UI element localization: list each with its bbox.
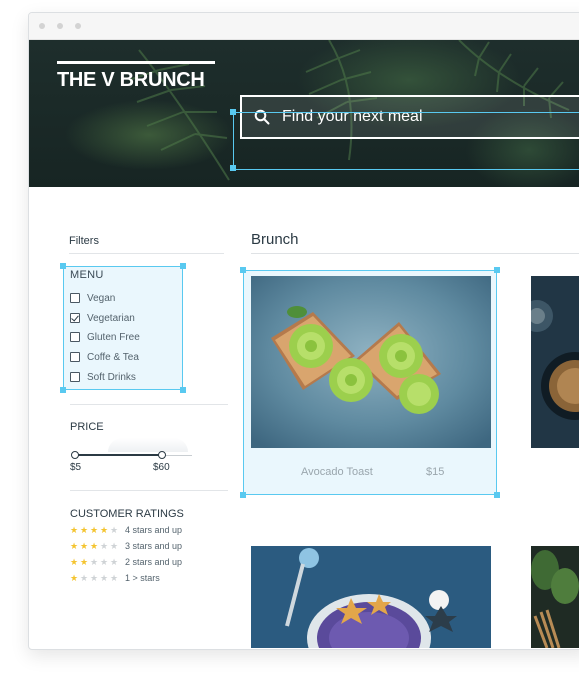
selection-handle: [180, 387, 186, 393]
menu-filter-label: Soft Drinks: [87, 371, 136, 383]
star-icon: ★: [90, 541, 99, 551]
checkbox-icon[interactable]: [70, 332, 80, 342]
section-title: Brunch: [251, 231, 299, 248]
rating-option-1[interactable]: ★ ★ ★ ★ ★ 1 > stars: [70, 572, 160, 584]
brand-underline: [57, 61, 215, 64]
search-selection-outline: [233, 112, 579, 170]
checkbox-icon[interactable]: [70, 352, 80, 362]
menu-filter-vegan[interactable]: Vegan: [70, 291, 115, 305]
menu-filter-label: Gluten Free: [87, 331, 140, 343]
rating-label: 2 stars and up: [125, 557, 183, 567]
star-icon: ★: [100, 541, 109, 551]
selection-handle: [230, 109, 236, 115]
avocado-toast-photo[interactable]: [251, 276, 491, 448]
rating-option-4[interactable]: ★ ★ ★ ★ ★ 4 stars and up: [70, 524, 182, 536]
selection-handle: [240, 492, 246, 498]
menu-filter-vegetarian[interactable]: Vegetarian: [70, 311, 135, 325]
menu-filter-label: Vegetarian: [87, 312, 135, 324]
star-icon: ★: [80, 573, 89, 583]
window-dot-close[interactable]: [39, 23, 45, 29]
star-icon: ★: [90, 557, 99, 567]
star-icon: ★: [70, 573, 79, 583]
star-icon: ★: [80, 541, 89, 551]
star-icon: ★: [80, 557, 89, 567]
smoothie-bowl-photo[interactable]: [251, 546, 491, 648]
window-dot-maximize[interactable]: [75, 23, 81, 29]
star-icon: ★: [110, 573, 119, 583]
selection-handle: [60, 263, 66, 269]
star-icon: ★: [100, 557, 109, 567]
selection-handle: [240, 267, 246, 273]
checkbox-checked-icon[interactable]: [70, 313, 80, 323]
checkbox-icon[interactable]: [70, 293, 80, 303]
price-histogram: [108, 438, 188, 452]
menu-filter-title: MENU: [70, 269, 104, 281]
card-price: $15: [426, 466, 445, 478]
menu-filter-soft-drinks[interactable]: Soft Drinks: [70, 370, 136, 384]
menu-filter-coffee-tea[interactable]: Coffe & Tea: [70, 350, 139, 364]
filters-divider: [70, 490, 228, 491]
selection-handle: [494, 492, 500, 498]
filters-heading: Filters: [69, 235, 99, 247]
price-slider-min-handle[interactable]: [71, 451, 79, 459]
window-dot-minimize[interactable]: [57, 23, 63, 29]
star-icon: ★: [90, 573, 99, 583]
card-title: Avocado Toast: [301, 466, 373, 478]
selection-handle: [60, 387, 66, 393]
filters-divider: [69, 253, 224, 254]
star-icon: ★: [100, 525, 109, 535]
selection-handle: [230, 165, 236, 171]
star-icon: ★: [110, 557, 119, 567]
window-titlebar: [29, 13, 579, 40]
brand-logo[interactable]: THE V BRUNCH: [57, 69, 205, 92]
star-icon: ★: [90, 525, 99, 535]
star-icon: ★: [110, 525, 119, 535]
menu-filter-gluten-free[interactable]: Gluten Free: [70, 330, 140, 344]
star-icon: ★: [110, 541, 119, 551]
price-slider-max-handle[interactable]: [158, 451, 166, 459]
star-icon: ★: [70, 525, 79, 535]
star-icon: ★: [80, 525, 89, 535]
rating-label: 1 > stars: [125, 573, 160, 583]
star-icon: ★: [70, 541, 79, 551]
dark-bowl-photo[interactable]: [531, 276, 579, 448]
section-divider: [251, 253, 579, 254]
filters-divider: [70, 404, 228, 405]
menu-filter-label: Coffe & Tea: [87, 351, 139, 363]
checkbox-icon[interactable]: [70, 372, 80, 382]
rating-option-2[interactable]: ★ ★ ★ ★ ★ 2 stars and up: [70, 556, 182, 568]
price-min-label: $5: [70, 462, 82, 473]
menu-filter-label: Vegan: [87, 292, 116, 304]
rating-label: 3 stars and up: [125, 541, 183, 551]
rating-label: 4 stars and up: [125, 525, 183, 535]
price-filter-title: PRICE: [70, 421, 104, 433]
price-max-label: $60: [153, 462, 170, 473]
rating-option-3[interactable]: ★ ★ ★ ★ ★ 3 stars and up: [70, 540, 182, 552]
price-slider-range: [76, 454, 163, 456]
selection-handle: [494, 267, 500, 273]
selection-handle: [180, 263, 186, 269]
ratings-filter-title: CUSTOMER RATINGS: [70, 508, 184, 520]
greens-photo[interactable]: [531, 546, 579, 648]
star-icon: ★: [70, 557, 79, 567]
star-icon: ★: [100, 573, 109, 583]
